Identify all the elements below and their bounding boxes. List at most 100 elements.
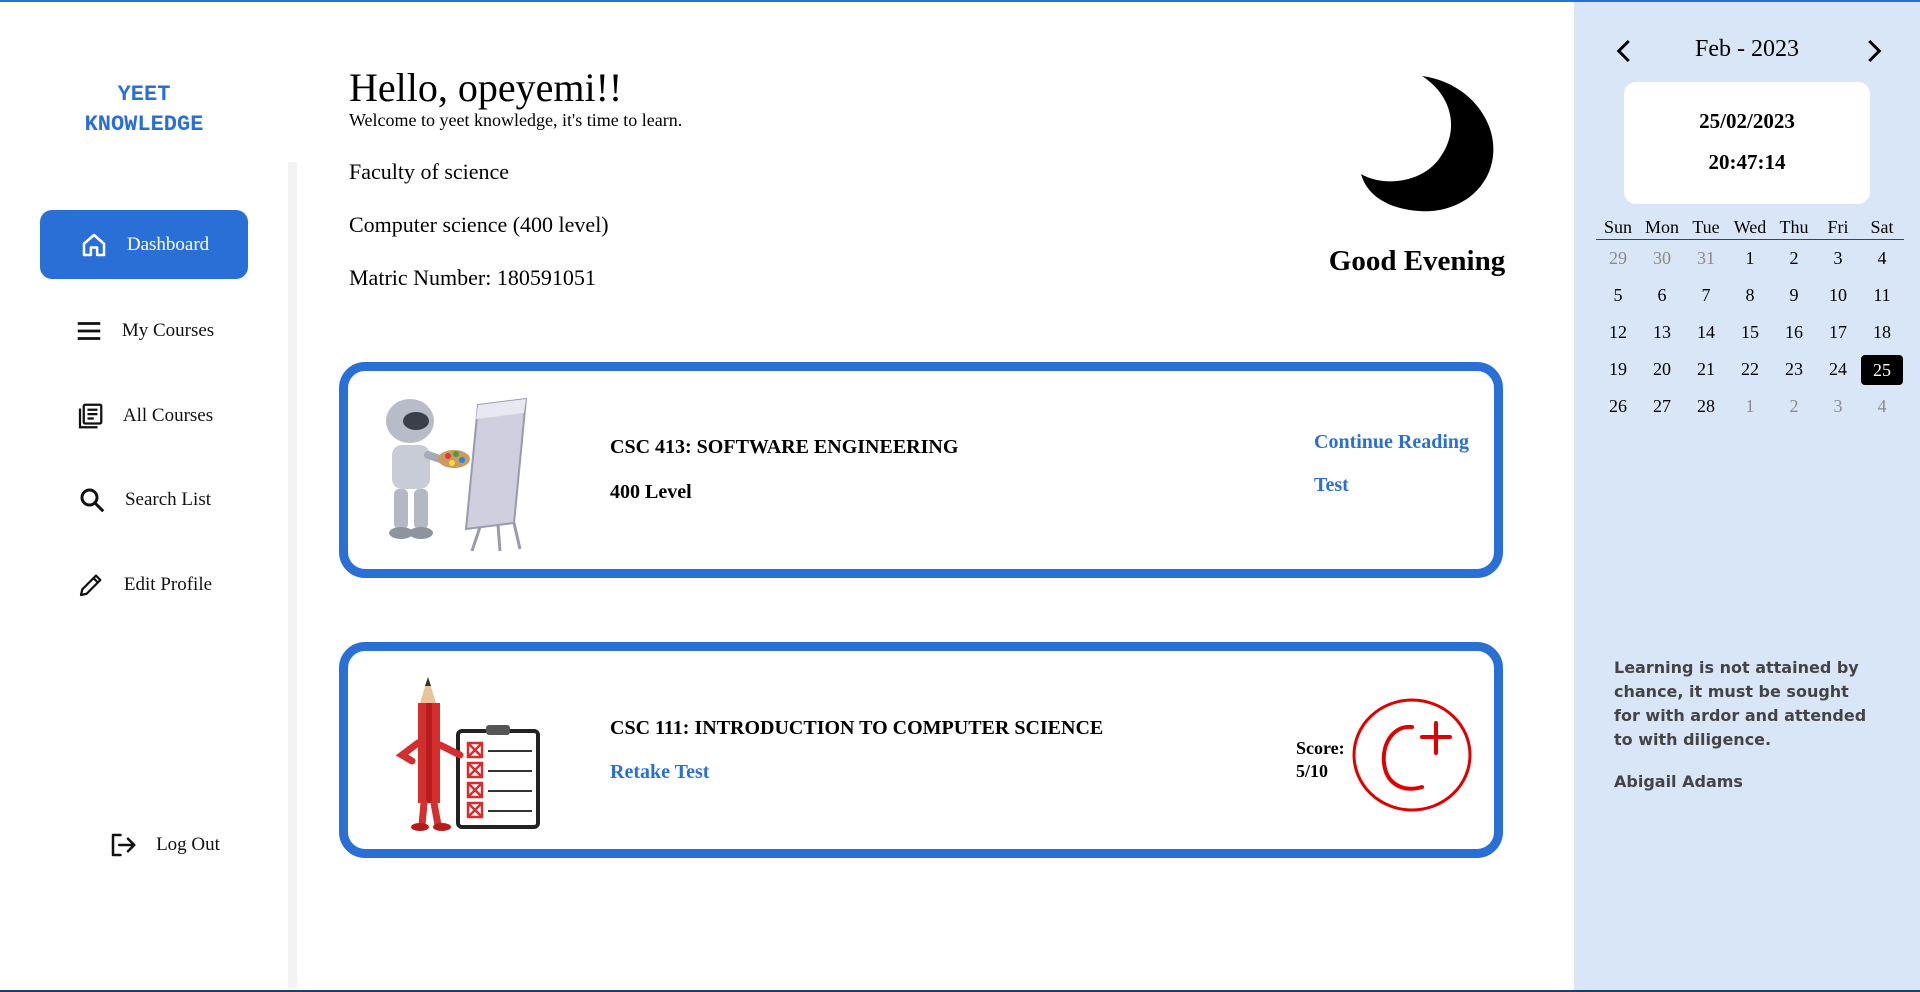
calendar-day[interactable]: 15: [1728, 314, 1772, 351]
calendar-day-number: 18: [1873, 322, 1891, 342]
calendar-day[interactable]: 2: [1772, 240, 1816, 277]
sidebar-item-label: Dashboard: [126, 233, 210, 255]
calendar-day-number: 23: [1785, 359, 1803, 379]
calendar-day[interactable]: 9: [1772, 277, 1816, 314]
chevron-right-icon[interactable]: [1858, 36, 1888, 66]
home-icon: [82, 233, 106, 256]
sidebar-item-edit-profile[interactable]: Edit Profile: [40, 550, 248, 619]
sidebar-item-label: Search List: [124, 488, 211, 510]
course-title: CSC 413: SOFTWARE ENGINEERING: [610, 436, 959, 458]
continue-reading-link[interactable]: Continue Reading: [1314, 431, 1469, 454]
calendar-day[interactable]: 8: [1728, 277, 1772, 314]
calendar-day-number: 9: [1789, 285, 1799, 305]
calendar-day[interactable]: 16: [1772, 314, 1816, 351]
pencil-checklist-illustration: [395, 677, 540, 831]
sidebar-item-label: My Courses: [121, 319, 215, 341]
calendar-day[interactable]: 18: [1860, 314, 1904, 351]
app-logo[interactable]: YEET KNOWLEDGE: [40, 80, 248, 140]
menu-icon: [77, 321, 101, 340]
calendar-day[interactable]: 1: [1728, 240, 1772, 277]
calendar-day[interactable]: 31: [1684, 240, 1728, 277]
logout-button[interactable]: Log Out: [80, 810, 248, 879]
calendar-week-row: 5 6 7 8 9 10 11: [1596, 277, 1904, 314]
calendar-day-number: 3: [1833, 396, 1843, 416]
course-card-csc111[interactable]: CSC 111: INTRODUCTION TO COMPUTER SCIENC…: [339, 642, 1503, 858]
sidebar-item-my-courses[interactable]: My Courses: [40, 296, 248, 365]
calendar-day-number: 14: [1697, 322, 1715, 342]
calendar-day[interactable]: 29: [1596, 240, 1640, 277]
calendar-day[interactable]: 27: [1640, 388, 1684, 425]
welcome-text: Welcome to yeet knowledge, it's time to …: [349, 110, 683, 130]
sidebar-item-dashboard[interactable]: Dashboard: [40, 210, 248, 279]
moon-icon: [1361, 76, 1494, 212]
calendar-day[interactable]: 17: [1816, 314, 1860, 351]
calendar-day[interactable]: 7: [1684, 277, 1728, 314]
calendar-day[interactable]: 26: [1596, 388, 1640, 425]
calendar-day-number: 2: [1789, 248, 1799, 268]
calendar-header: Feb - 2023: [1574, 32, 1920, 72]
calendar-day[interactable]: 3: [1816, 388, 1860, 425]
calendar-day[interactable]: 19: [1596, 351, 1640, 388]
retake-test-link[interactable]: Retake Test: [610, 761, 709, 784]
weekday-label: Tue: [1684, 216, 1728, 240]
sidebar-item-label: Edit Profile: [123, 573, 213, 595]
calendar-day-number: 13: [1653, 322, 1671, 342]
logout-icon: [111, 833, 136, 856]
course-card-csc413[interactable]: CSC 413: SOFTWARE ENGINEERING 400 Level …: [339, 362, 1503, 578]
calendar-day[interactable]: 13: [1640, 314, 1684, 351]
calendar-day[interactable]: 23: [1772, 351, 1816, 388]
library-icon: [78, 403, 103, 428]
score-value: 5/10: [1296, 761, 1329, 781]
calendar-day[interactable]: 30: [1640, 240, 1684, 277]
search-icon: [80, 488, 105, 512]
logo-line-2: KNOWLEDGE: [84, 112, 204, 137]
test-link[interactable]: Test: [1314, 474, 1349, 497]
sidebar-item-search-list[interactable]: Search List: [40, 465, 248, 534]
robot-painter-illustration: [386, 397, 528, 552]
chevron-left-icon[interactable]: [1610, 36, 1640, 66]
calendar-day[interactable]: 2: [1772, 388, 1816, 425]
calendar-day[interactable]: 10: [1816, 277, 1860, 314]
calendar-day-number: 26: [1609, 396, 1627, 416]
sidebar-scroll-rail: [288, 162, 297, 988]
calendar-day-number: 8: [1745, 285, 1755, 305]
calendar-day[interactable]: 20: [1640, 351, 1684, 388]
logo-line-1: YEET: [117, 82, 171, 107]
calendar-day[interactable]: 4: [1860, 388, 1904, 425]
calendar-day[interactable]: 28: [1684, 388, 1728, 425]
grade-c-plus-icon: [1352, 698, 1472, 812]
calendar-day-number: 4: [1877, 396, 1887, 416]
calendar-day[interactable]: 1: [1728, 388, 1772, 425]
calendar-day-number: 10: [1829, 285, 1847, 305]
calendar-day-number: 4: [1877, 248, 1887, 268]
logout-label: Log Out: [156, 833, 220, 855]
department-text: Computer science (400 level): [349, 212, 609, 237]
calendar-day[interactable]: 6: [1640, 277, 1684, 314]
calendar-week-row: 29 30 31 1 2 3 4: [1596, 240, 1904, 277]
calendar-day-number: 17: [1829, 322, 1847, 342]
sidebar: YEET KNOWLEDGE Dashboard My Courses All …: [0, 2, 288, 990]
sidebar-item-all-courses[interactable]: All Courses: [40, 381, 248, 450]
calendar-day-selected[interactable]: 25: [1860, 351, 1904, 388]
calendar-day[interactable]: 21: [1684, 351, 1728, 388]
calendar-day[interactable]: 24: [1816, 351, 1860, 388]
calendar-day[interactable]: 14: [1684, 314, 1728, 351]
calendar-day[interactable]: 4: [1860, 240, 1904, 277]
calendar-week-row: 12 13 14 15 16 17 18: [1596, 314, 1904, 351]
current-datetime-card: 25/02/2023 20:47:14: [1624, 82, 1870, 204]
main-content: Hello, opeyemi!! Welcome to yeet knowled…: [297, 2, 1574, 990]
calendar-month-label: Feb - 2023: [1695, 36, 1799, 62]
calendar-day[interactable]: 12: [1596, 314, 1640, 351]
pencil-icon: [79, 574, 102, 596]
calendar-day[interactable]: 3: [1816, 240, 1860, 277]
current-date: 25/02/2023: [1699, 109, 1795, 133]
calendar-week-row: 19 20 21 22 23 24 25: [1596, 351, 1904, 388]
calendar-day-number: 6: [1657, 285, 1667, 305]
weekday-label: Wed: [1728, 216, 1772, 240]
quote-author: Abigail Adams: [1614, 772, 1743, 791]
calendar-day[interactable]: 11: [1860, 277, 1904, 314]
calendar-day-number: 2: [1789, 396, 1799, 416]
calendar-day-number: 21: [1697, 359, 1715, 379]
calendar-day[interactable]: 5: [1596, 277, 1640, 314]
calendar-day[interactable]: 22: [1728, 351, 1772, 388]
